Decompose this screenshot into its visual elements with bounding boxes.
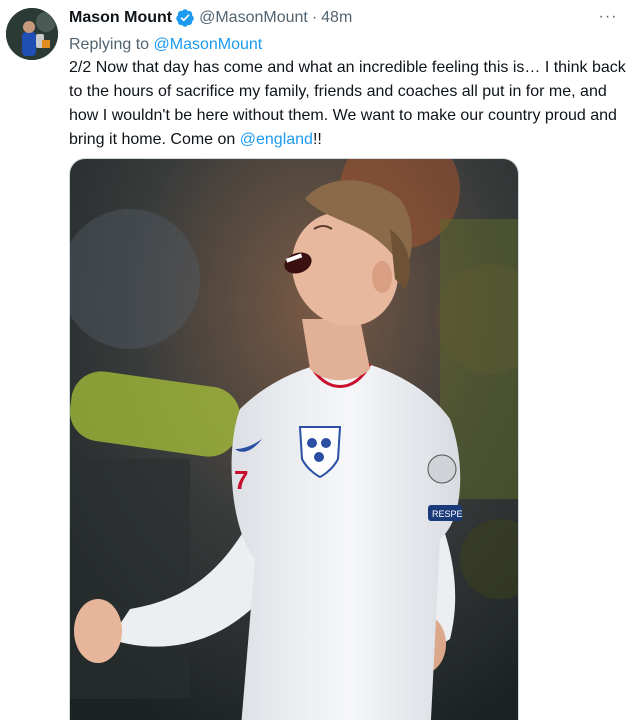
mention-link[interactable]: @england <box>240 131 313 148</box>
more-icon: ··· <box>598 8 618 25</box>
tweet-text-main: 2/2 Now that day has come and what an in… <box>69 59 626 148</box>
sleeve-text: RESPE <box>432 509 463 519</box>
author-name[interactable]: Mason Mount <box>69 9 172 27</box>
tweet[interactable]: Mason Mount @MasonMount · 48m Replying t… <box>0 0 632 720</box>
replying-to: Replying to @MasonMount <box>69 34 632 56</box>
replying-prefix: Replying to <box>69 36 154 53</box>
profile-photo-icon <box>6 8 58 60</box>
author-handle[interactable]: @MasonMount <box>199 9 308 27</box>
tweet-header: Mason Mount @MasonMount · 48m <box>69 0 632 36</box>
tweet-text: 2/2 Now that day has come and what an in… <box>69 56 629 152</box>
shirt-number: 7 <box>234 465 248 495</box>
avatar[interactable] <box>6 8 58 60</box>
tweet-photo[interactable]: 7 RESPE <box>69 158 519 720</box>
more-options-button[interactable]: ··· <box>594 6 622 28</box>
verified-badge-icon <box>175 8 195 28</box>
tweet-text-end: !! <box>312 131 322 148</box>
separator-dot: · <box>311 9 318 26</box>
replying-handle-link[interactable]: @MasonMount <box>154 36 263 53</box>
celebrating-player-photo-icon: 7 RESPE <box>70 159 518 720</box>
tweet-time[interactable]: 48m <box>321 9 352 27</box>
